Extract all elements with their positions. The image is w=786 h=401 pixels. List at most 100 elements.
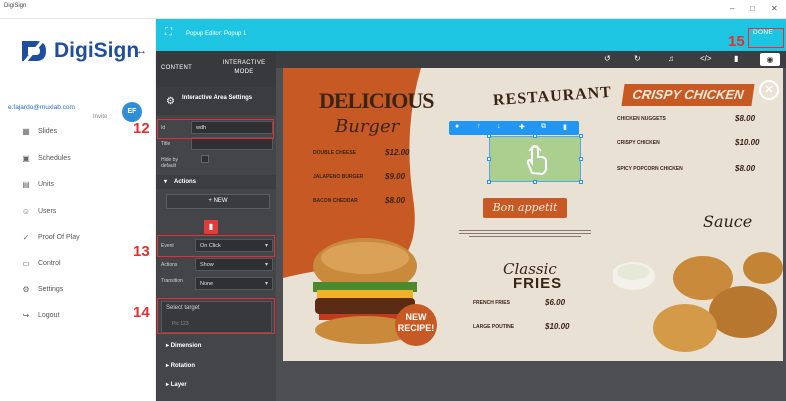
area-settings-title: Interactive Area Settings <box>182 95 253 101</box>
restaurant-heading: RESTAURANT <box>492 83 613 110</box>
annotation-box-13 <box>157 235 275 257</box>
drag-icon[interactable]: ● <box>455 123 459 130</box>
sidebar-item-label: Proof Of Play <box>38 233 80 241</box>
sidebar-item-slides[interactable]: ▦ Slides <box>20 124 57 138</box>
new-action-button[interactable]: + NEW <box>166 194 270 209</box>
action-value: Show <box>200 262 214 268</box>
minimize-button[interactable]: – <box>730 4 734 13</box>
rotation-label: Rotation <box>170 363 196 369</box>
actions-section-header[interactable]: ▾ Actions <box>156 175 276 189</box>
menu-item-name: JALAPENO BURGER <box>313 174 364 180</box>
resize-handle[interactable] <box>579 157 583 161</box>
menu-item-price: $9.00 <box>385 172 406 181</box>
center-description-lines <box>459 228 591 242</box>
fried-chicken-image <box>613 252 783 352</box>
window-title: DigiSign <box>4 3 27 9</box>
layer-section[interactable]: ▸ Layer <box>166 381 187 388</box>
logout-icon: ↪ <box>22 310 30 320</box>
crispy-chicken-banner: CRISPY CHICKEN <box>621 84 755 106</box>
resize-handle[interactable] <box>579 134 583 138</box>
editor-title: Popup Editor: Popup 1 <box>186 31 247 37</box>
menu-item-name: CHICKEN NUGGETS <box>617 116 666 122</box>
annotation-number-14: 14 <box>133 304 150 321</box>
sidebar-item-settings[interactable]: ⚙ Settings <box>20 282 63 296</box>
expand-icon[interactable]: ⛶ <box>165 27 172 38</box>
resize-handle[interactable] <box>487 134 491 138</box>
caret-down-icon: ▾ <box>264 281 268 287</box>
menu-board-image: DELICIOUS Burger DOUBLE CHEESE $12.00 JA… <box>283 68 783 361</box>
hide-field-row: Hide by default <box>161 153 273 171</box>
sidebar-item-logout[interactable]: ↪ Logout <box>20 308 60 322</box>
redo-icon[interactable]: ↻ <box>634 54 641 63</box>
music-icon[interactable]: ♫ <box>668 54 674 63</box>
window-titlebar: DigiSign – □ ✕ <box>0 0 786 19</box>
calendar-icon: ▣ <box>22 153 30 163</box>
tab-interactive-mode[interactable]: INTERACTIVE MODE <box>218 59 270 77</box>
annotation-box-14 <box>157 298 275 334</box>
trash-icon[interactable]: ▮ <box>563 123 567 131</box>
device-icon[interactable]: ▮ <box>734 54 738 63</box>
menu-item-price: $6.00 <box>545 298 566 307</box>
chevron-down-icon: ▾ <box>164 179 168 185</box>
menu-item-price: $8.00 <box>735 164 756 173</box>
dimension-label: Dimension <box>170 343 202 349</box>
canvas-bottom <box>283 361 783 401</box>
hide-checkbox[interactable] <box>201 155 209 163</box>
sidebar-item-proof-of-play[interactable]: ✓ Proof Of Play <box>20 230 80 244</box>
arrow-down-icon[interactable]: ↓ <box>497 123 501 130</box>
undo-icon[interactable]: ↺ <box>604 54 611 63</box>
action-select[interactable]: Show ▾ <box>195 258 273 271</box>
panel-tabs: CONTENT INTERACTIVE MODE <box>156 51 276 87</box>
title-label: Title <box>161 141 171 147</box>
resize-handle[interactable] <box>533 180 537 184</box>
transition-select[interactable]: None ▾ <box>195 277 273 290</box>
close-popup-icon[interactable]: ✕ <box>759 80 779 100</box>
settings-panel: CONTENT INTERACTIVE MODE ⚙ Interactive A… <box>156 51 276 401</box>
gear-icon: ⚙ <box>22 284 30 294</box>
sidebar-item-units[interactable]: ▤ Units <box>20 177 54 191</box>
digisign-logo-icon <box>22 38 46 64</box>
rotation-section[interactable]: ▸ Rotation <box>166 362 195 369</box>
user-email[interactable]: e.fajardo@muxlab.com <box>8 104 75 111</box>
preview-eye-button[interactable]: ◉ <box>760 53 780 66</box>
resize-handle[interactable] <box>487 180 491 184</box>
resize-handle[interactable] <box>579 180 583 184</box>
move-icon[interactable]: ✚ <box>519 123 525 131</box>
menu-item-price: $10.00 <box>735 138 760 147</box>
transition-value: None <box>200 281 214 287</box>
sidebar: DigiSign ↔ e.fajardo@muxlab.com Invite E… <box>0 19 156 401</box>
preview-toolbar: ↺ ↻ ♫ </> ▮ ◉ <box>276 51 786 68</box>
sidebar-item-label: Users <box>38 207 57 215</box>
transition-label: Transition <box>161 278 183 284</box>
gear-icon: ⚙ <box>166 96 175 107</box>
menu-item-name: DOUBLE CHEESE <box>313 150 357 156</box>
interactive-area-selection[interactable] <box>487 134 583 184</box>
logo: DigiSign <box>20 37 150 67</box>
collapse-sidebar-icon[interactable]: ↔ <box>136 45 147 57</box>
resize-handle[interactable] <box>533 134 537 138</box>
close-window-button[interactable]: ✕ <box>771 4 778 13</box>
dimension-section[interactable]: ▸ Dimension <box>166 342 201 349</box>
resize-handle[interactable] <box>487 157 491 161</box>
delicious-heading: DELICIOUS <box>319 88 434 113</box>
sidebar-item-users[interactable]: ☺ Users <box>20 204 56 218</box>
menu-item-name: LARGE POUTINE <box>473 324 515 330</box>
code-icon[interactable]: </> <box>700 54 712 63</box>
editor-header: ⛶ Popup Editor: Popup 1 DONE <box>156 19 786 51</box>
fries-heading: FRIES <box>513 275 563 292</box>
area-settings-header: ⚙ Interactive Area Settings <box>156 87 276 115</box>
tap-hand-icon <box>526 144 547 176</box>
sidebar-item-schedules[interactable]: ▣ Schedules <box>20 151 71 165</box>
eye-icon: ◉ <box>766 55 774 64</box>
avatar[interactable]: EF <box>122 102 142 122</box>
monitor-icon: ▭ <box>22 258 30 268</box>
tab-content[interactable]: CONTENT <box>161 65 192 71</box>
sidebar-item-control[interactable]: ▭ Control <box>20 256 60 270</box>
hide-label: Hide by default <box>161 157 178 169</box>
duplicate-icon[interactable]: ⧉ <box>541 123 546 131</box>
arrow-up-icon[interactable]: ↑ <box>477 123 481 130</box>
delete-action-button[interactable]: ▮ <box>204 220 218 234</box>
user-icon: ☺ <box>21 206 31 216</box>
maximize-button[interactable]: □ <box>750 4 755 13</box>
sidebar-item-label: Schedules <box>38 154 71 162</box>
